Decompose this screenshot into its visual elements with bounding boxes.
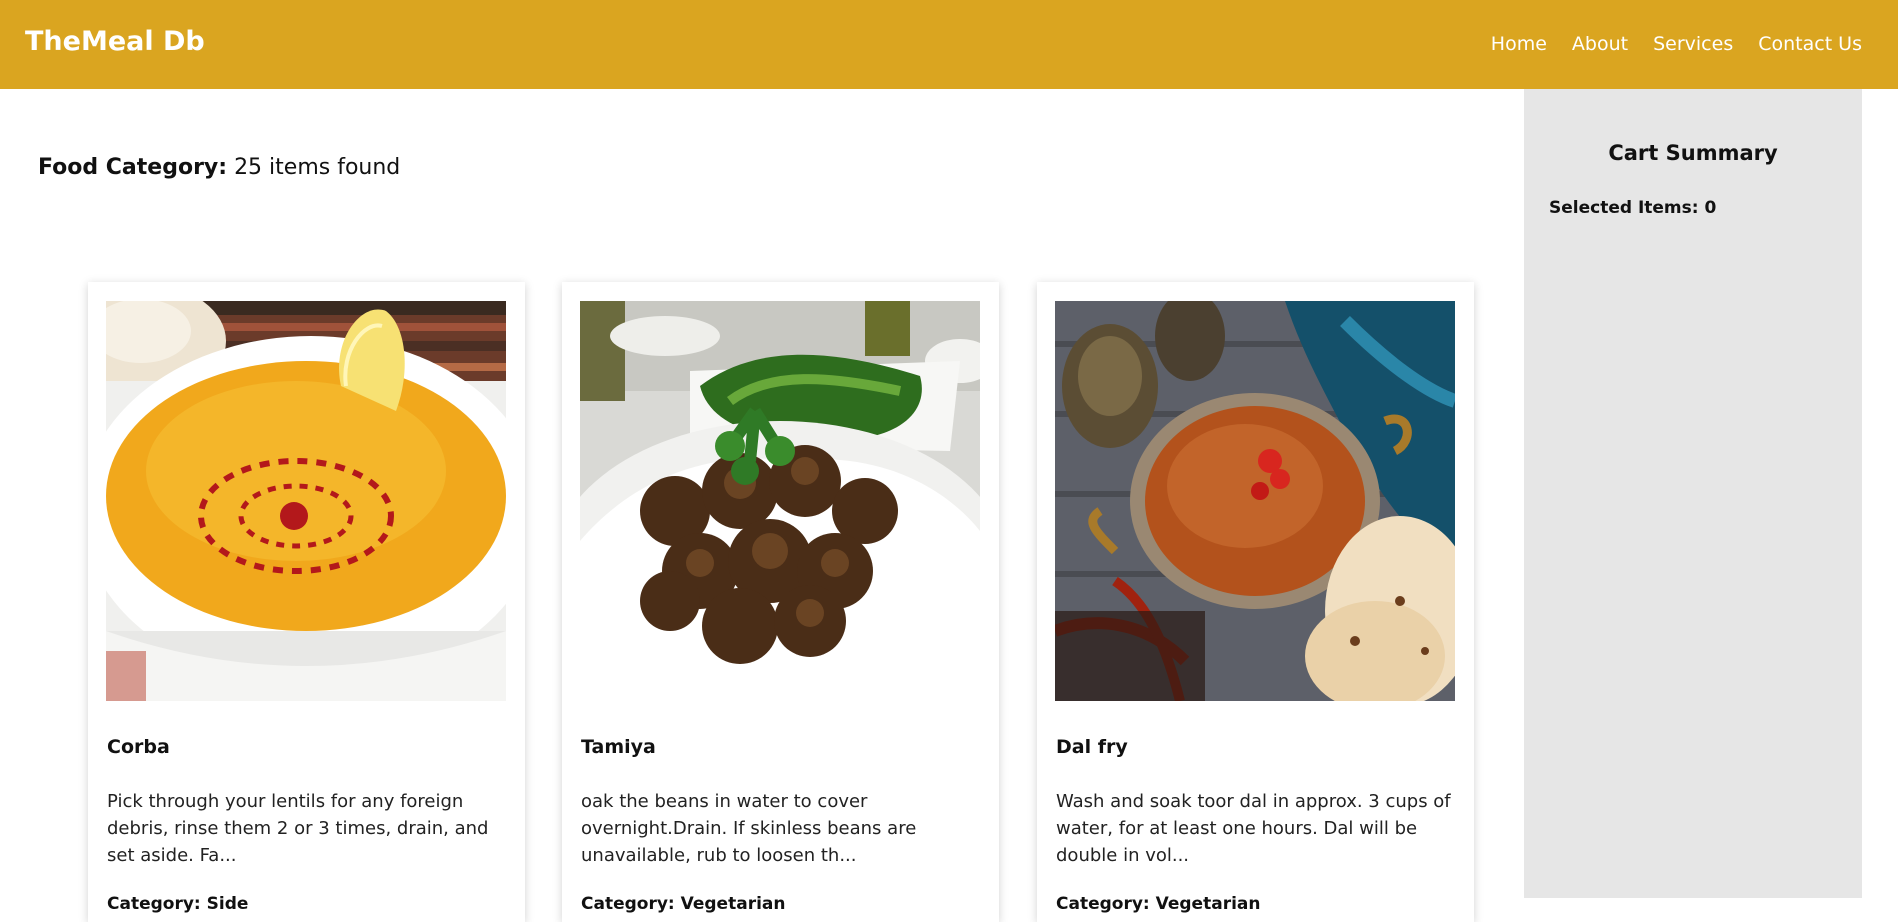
nav-contact-link[interactable]: Contact Us — [1758, 33, 1862, 55]
cart-summary-title: Cart Summary — [1608, 141, 1778, 165]
nav-services-link[interactable]: Services — [1653, 33, 1733, 55]
meal-image-tamiya[interactable] — [580, 301, 980, 701]
meal-category: Category: Vegetarian — [581, 894, 786, 914]
meal-category: Category: Vegetarian — [1056, 894, 1261, 914]
category-heading-count: 25 items found — [234, 155, 401, 180]
meal-category: Category: Side — [107, 894, 249, 914]
selected-items-count: Selected Items: 0 — [1549, 198, 1717, 218]
meal-card-dal-fry[interactable]: Dal fry Wash and soak toor dal in approx… — [1037, 282, 1474, 922]
meal-description: oak the beans in water to cover overnigh… — [581, 791, 917, 866]
meal-name: Corba — [107, 736, 170, 758]
cart-summary-panel: Cart Summary Selected Items: 0 — [1524, 89, 1862, 898]
meal-card-tamiya[interactable]: Tamiya oak the beans in water to cover o… — [562, 282, 999, 922]
category-heading: Food Category: 25 items found — [38, 155, 400, 180]
meal-description: Pick through your lentils for any foreig… — [107, 791, 489, 866]
top-navbar: TheMeal Db Home About Services Contact U… — [0, 0, 1898, 89]
meal-image-dal-fry[interactable] — [1055, 301, 1455, 701]
meal-image-corba[interactable] — [106, 301, 506, 701]
meal-name: Dal fry — [1056, 736, 1128, 758]
category-heading-label: Food Category: — [38, 155, 228, 180]
nav-links: Home About Services Contact Us — [1491, 33, 1862, 55]
meal-name: Tamiya — [581, 736, 656, 758]
nav-home-link[interactable]: Home — [1491, 33, 1547, 55]
meal-card-corba[interactable]: Corba Pick through your lentils for any … — [88, 282, 525, 922]
nav-about-link[interactable]: About — [1572, 33, 1628, 55]
meal-description: Wash and soak toor dal in approx. 3 cups… — [1056, 791, 1451, 866]
brand-logo[interactable]: TheMeal Db — [25, 26, 205, 57]
